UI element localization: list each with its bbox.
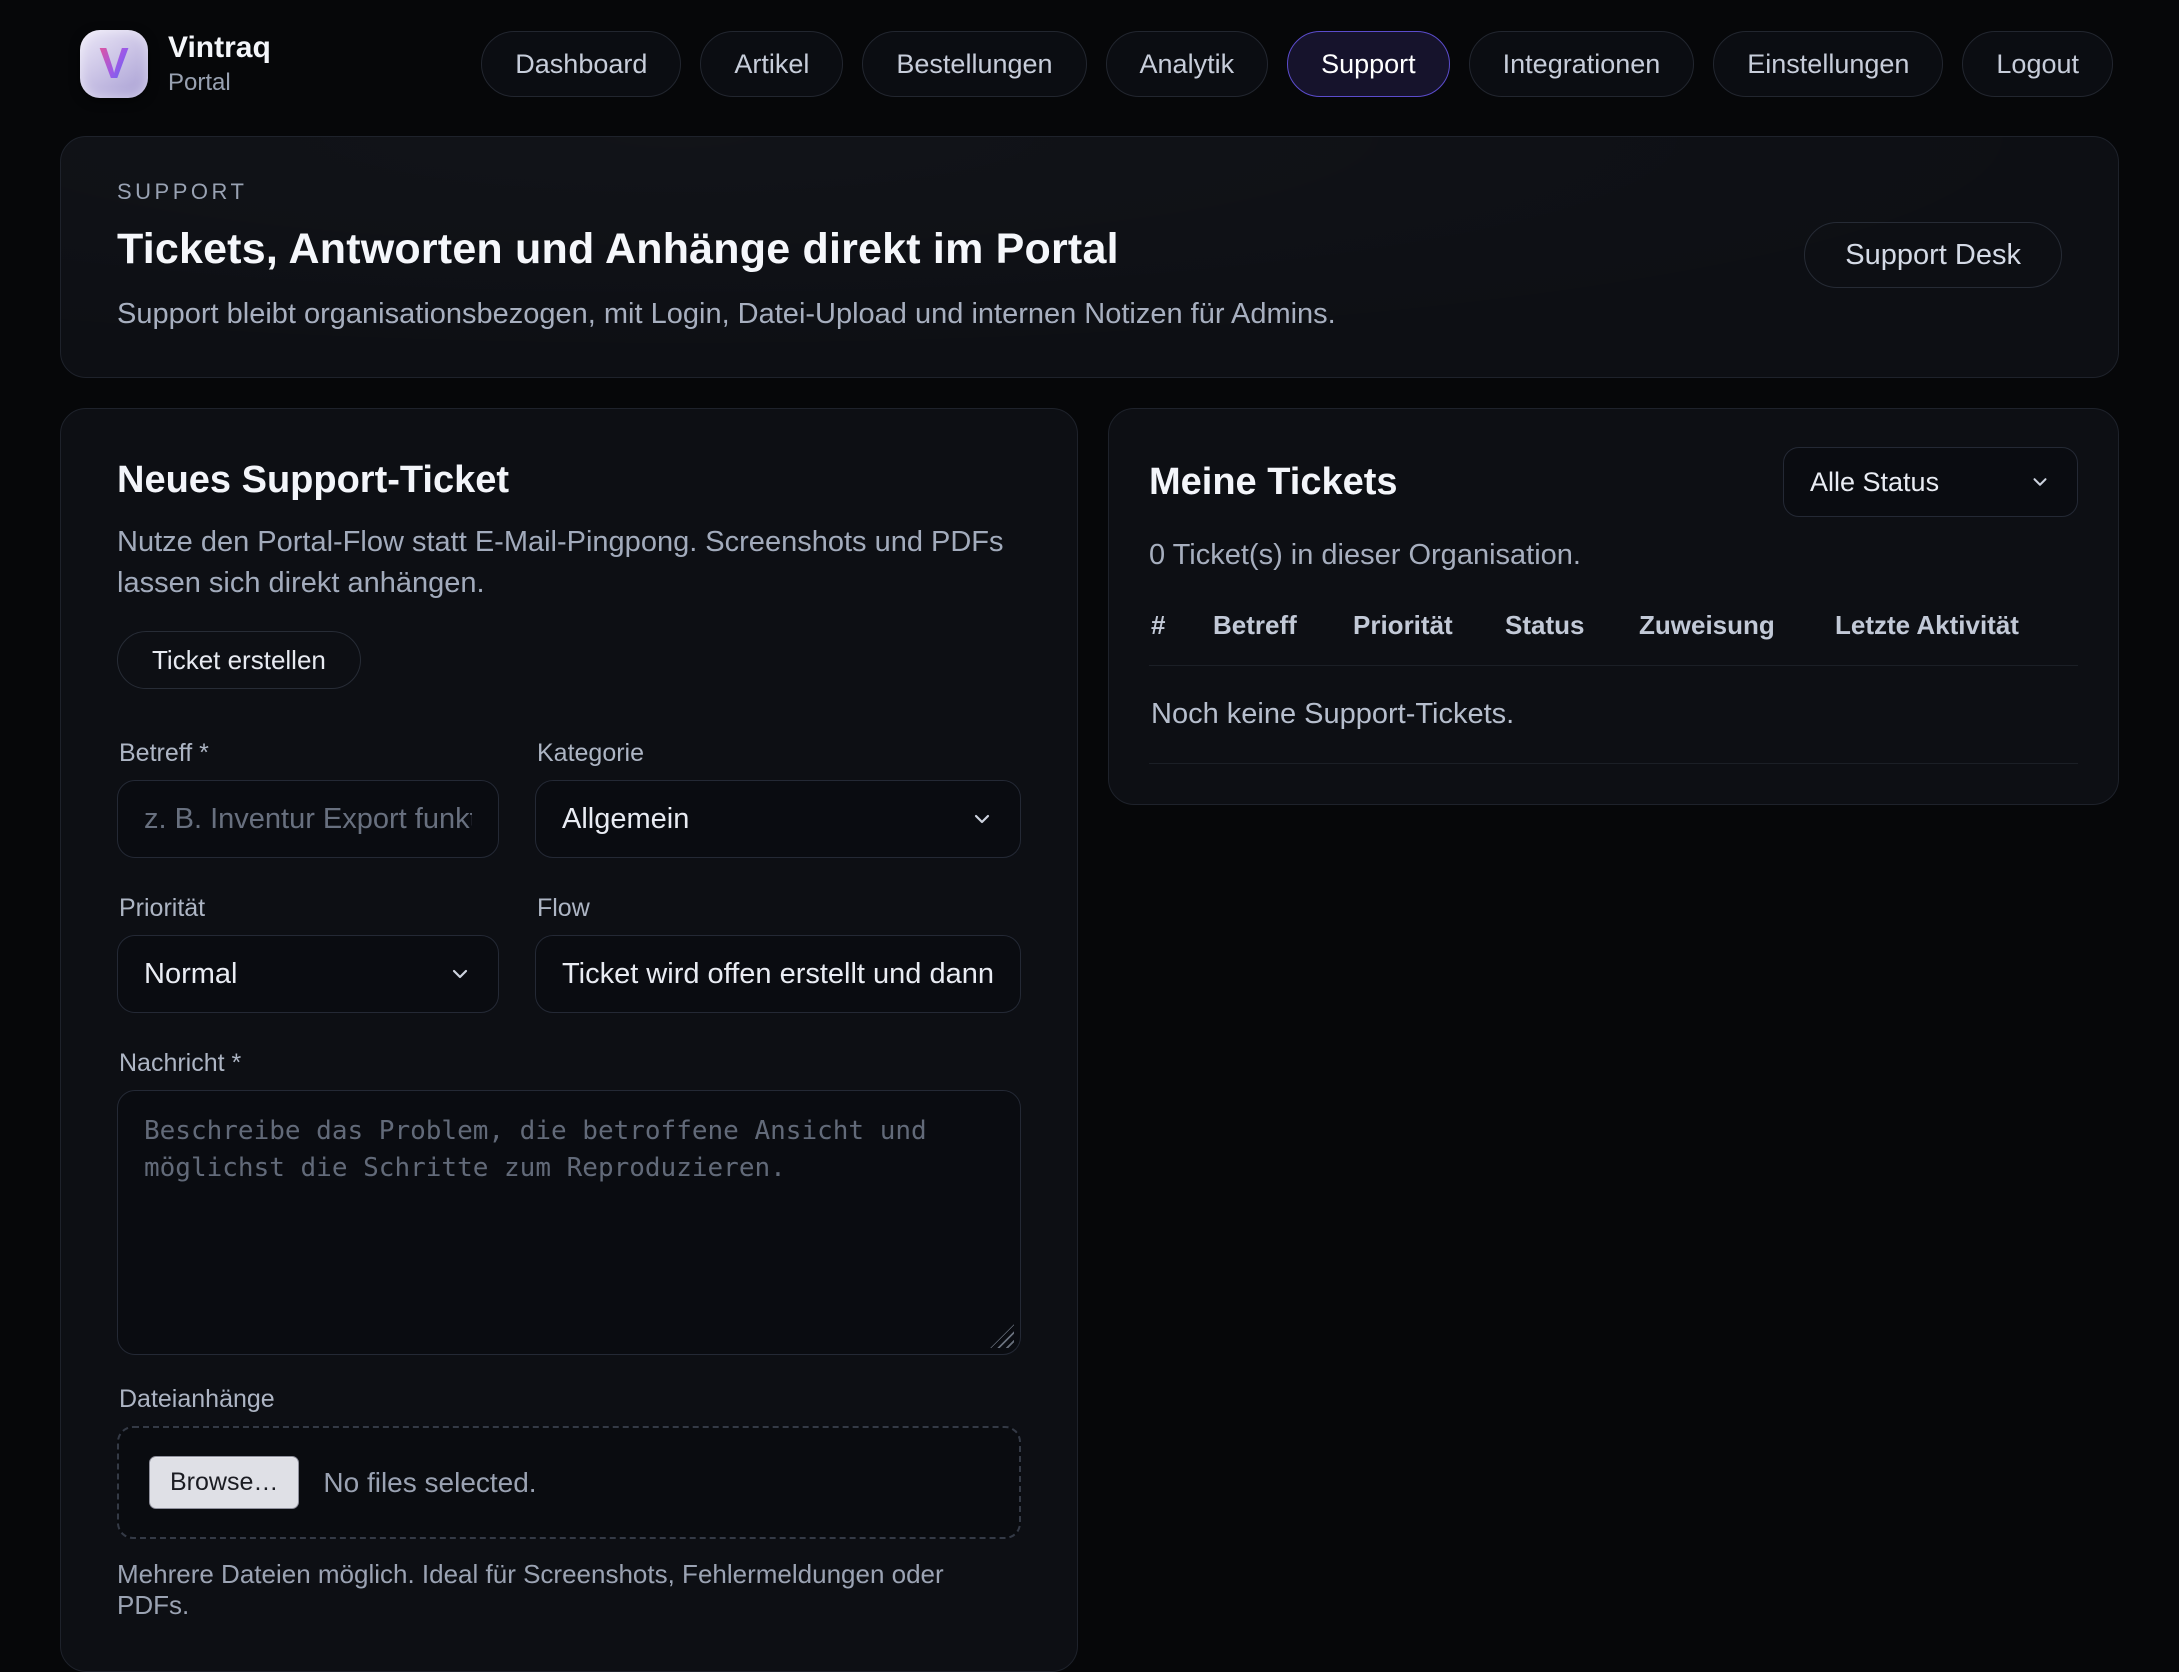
topbar: V Vintraq Portal Dashboard Artikel Beste… — [0, 0, 2179, 98]
new-ticket-title: Neues Support-Ticket — [117, 459, 1021, 502]
new-ticket-card: Neues Support-Ticket Nutze den Portal-Fl… — [60, 408, 1078, 1672]
brand-name: Vintraq — [168, 31, 271, 66]
flow-group: Flow Ticket wird offen erstellt und dann — [535, 894, 1021, 1013]
hero-eyebrow: SUPPORT — [117, 179, 1336, 205]
attachments-label: Dateianhänge — [119, 1385, 1021, 1414]
chevron-down-icon — [2029, 471, 2051, 493]
brand-logo-letter: V — [99, 42, 128, 86]
subject-label: Betreff * — [119, 739, 499, 768]
tickets-title: Meine Tickets — [1149, 461, 1398, 504]
nav-bestellungen[interactable]: Bestellungen — [862, 31, 1086, 97]
message-label: Nachricht * — [119, 1049, 1021, 1078]
tickets-header: Meine Tickets Alle Status — [1149, 447, 2078, 517]
priority-value: Normal — [144, 958, 237, 991]
nav-support[interactable]: Support — [1287, 31, 1450, 97]
tickets-empty-text: Noch keine Support-Tickets. — [1149, 666, 2078, 763]
subject-group: Betreff * — [117, 739, 499, 858]
nav-einstellungen[interactable]: Einstellungen — [1713, 31, 1943, 97]
hero-card: SUPPORT Tickets, Antworten und Anhänge d… — [60, 136, 2119, 378]
nav-artikel[interactable]: Artikel — [700, 31, 843, 97]
my-tickets-card: Meine Tickets Alle Status 0 Ticket(s) in… — [1108, 408, 2119, 805]
status-filter-select[interactable]: Alle Status — [1783, 447, 2078, 517]
category-value: Allgemein — [562, 803, 689, 836]
create-ticket-button[interactable]: Ticket erstellen — [117, 631, 361, 689]
nav-dashboard[interactable]: Dashboard — [481, 31, 681, 97]
col-status: Status — [1505, 610, 1639, 641]
priority-label: Priorität — [119, 894, 499, 923]
flow-field[interactable]: Ticket wird offen erstellt und dann — [535, 935, 1021, 1013]
tickets-count-text: 0 Ticket(s) in dieser Organisation. — [1149, 539, 2078, 572]
new-ticket-description: Nutze den Portal-Flow statt E-Mail-Pingp… — [117, 522, 1021, 603]
nav-logout[interactable]: Logout — [1962, 31, 2113, 97]
message-textarea-wrap — [117, 1090, 1021, 1355]
col-last-activity: Letzte Aktivität — [1835, 610, 2076, 641]
chevron-down-icon — [970, 807, 994, 831]
tickets-table-header: # Betreff Priorität Status Zuweisung Let… — [1149, 602, 2078, 665]
nav-analytik[interactable]: Analytik — [1106, 31, 1269, 97]
divider — [1149, 763, 2078, 764]
page-title: Tickets, Antworten und Anhänge direkt im… — [117, 225, 1336, 274]
priority-select[interactable]: Normal — [117, 935, 499, 1013]
tickets-table: # Betreff Priorität Status Zuweisung Let… — [1149, 602, 2078, 764]
col-assignment: Zuweisung — [1639, 610, 1835, 641]
brand: V Vintraq Portal — [80, 30, 271, 98]
attachments-group: Dateianhänge Browse… No files selected. … — [117, 1385, 1021, 1621]
nav-integrationen[interactable]: Integrationen — [1469, 31, 1695, 97]
file-status-text: No files selected. — [323, 1467, 536, 1499]
category-label: Kategorie — [537, 739, 1021, 768]
main-nav: Dashboard Artikel Bestellungen Analytik … — [481, 31, 2113, 97]
attachments-hint: Mehrere Dateien möglich. Ideal für Scree… — [117, 1559, 1021, 1621]
hero-text: SUPPORT Tickets, Antworten und Anhänge d… — [117, 179, 1336, 331]
ticket-form-grid: Betreff * Kategorie Allgemein Priorität … — [117, 739, 1021, 1013]
category-select[interactable]: Allgemein — [535, 780, 1021, 858]
col-priority: Priorität — [1353, 610, 1505, 641]
col-subject: Betreff — [1213, 610, 1353, 641]
brand-text: Vintraq Portal — [168, 31, 271, 98]
brand-logo-icon: V — [80, 30, 148, 98]
main-content: Neues Support-Ticket Nutze den Portal-Fl… — [60, 408, 2119, 1672]
brand-subtitle: Portal — [168, 69, 271, 97]
support-desk-button[interactable]: Support Desk — [1804, 222, 2062, 288]
col-number: # — [1151, 610, 1213, 641]
status-filter-value: Alle Status — [1810, 467, 1939, 498]
subject-input[interactable] — [117, 780, 499, 858]
chevron-down-icon — [448, 962, 472, 986]
category-group: Kategorie Allgemein — [535, 739, 1021, 858]
priority-group: Priorität Normal — [117, 894, 499, 1013]
flow-label: Flow — [537, 894, 1021, 923]
message-textarea[interactable] — [117, 1090, 1021, 1355]
flow-value: Ticket wird offen erstellt und dann — [562, 958, 994, 991]
browse-button[interactable]: Browse… — [149, 1456, 299, 1509]
file-dropzone[interactable]: Browse… No files selected. — [117, 1426, 1021, 1539]
message-group: Nachricht * — [117, 1049, 1021, 1355]
hero-subtitle: Support bleibt organisationsbezogen, mit… — [117, 298, 1336, 331]
